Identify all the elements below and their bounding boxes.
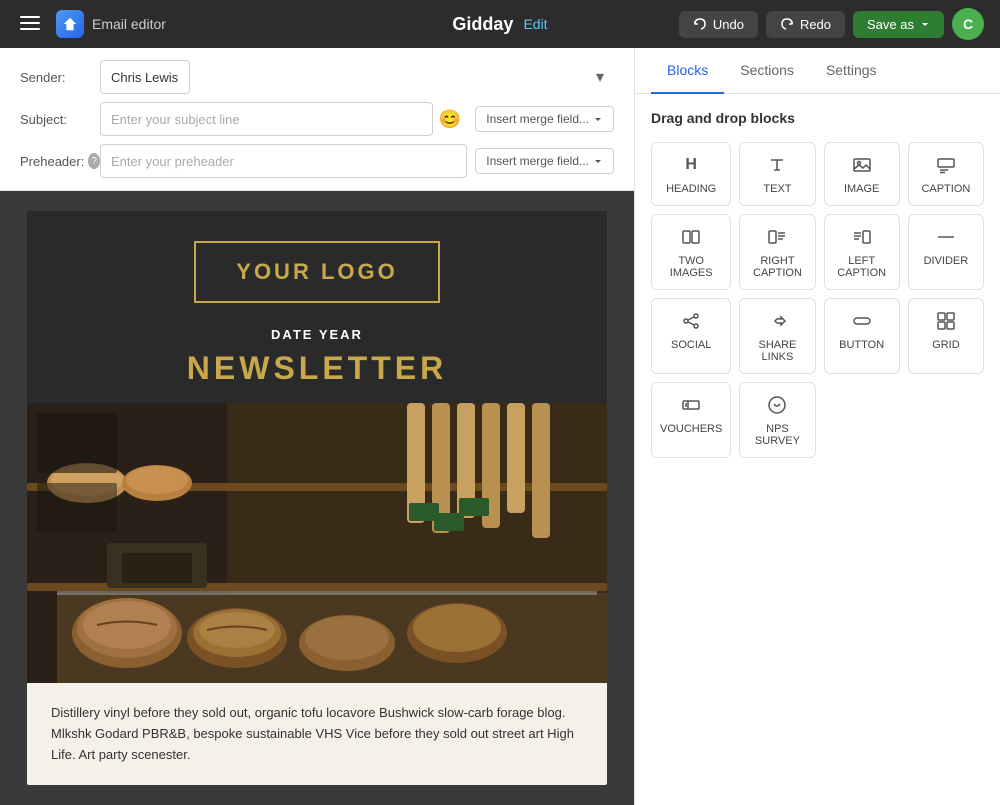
- two-images-icon: [679, 225, 703, 249]
- blocks-section: Drag and drop blocks H HEADING TEXT: [635, 94, 1000, 805]
- main-layout: Sender: Chris Lewis Subject: 😊 Insert me…: [0, 48, 1000, 805]
- image-icon: [850, 153, 874, 177]
- sender-label: Sender:: [20, 70, 100, 85]
- block-grid-label: GRID: [932, 339, 960, 351]
- block-social-label: SOCIAL: [671, 339, 711, 351]
- save-label: Save as: [867, 17, 914, 32]
- block-text-label: TEXT: [763, 183, 791, 195]
- blocks-grid: H HEADING TEXT IMAGE: [651, 142, 984, 458]
- block-left-caption-label: LEFT CAPTION: [833, 255, 891, 279]
- caption-icon: [934, 153, 958, 177]
- share-links-icon: [765, 309, 789, 333]
- preheader-row: Preheader: ? Insert merge field...: [20, 144, 614, 178]
- block-divider[interactable]: DIVIDER: [908, 214, 984, 290]
- edit-link[interactable]: Edit: [523, 16, 547, 32]
- nps-survey-icon: [765, 393, 789, 417]
- topbar-actions: Undo Redo Save as C: [679, 8, 984, 40]
- block-grid[interactable]: GRID: [908, 298, 984, 374]
- text-icon: [765, 153, 789, 177]
- block-vouchers[interactable]: VOUCHERS: [651, 382, 731, 458]
- preheader-input[interactable]: [100, 144, 467, 178]
- date-section: DATE YEAR: [27, 323, 607, 346]
- description-section: Distillery vinyl before they sold out, o…: [27, 683, 607, 785]
- vouchers-icon: [679, 393, 703, 417]
- social-icon: [679, 309, 703, 333]
- preheader-label: Preheader: ?: [20, 153, 100, 169]
- tab-settings[interactable]: Settings: [810, 48, 893, 94]
- tab-sections[interactable]: Sections: [724, 48, 810, 94]
- logo-section: YOUR LOGO: [27, 211, 607, 323]
- blocks-title: Drag and drop blocks: [651, 110, 984, 126]
- block-nps-survey-label: NPS SURVEY: [748, 423, 806, 447]
- button-icon: [850, 309, 874, 333]
- block-text[interactable]: TEXT: [739, 142, 815, 206]
- undo-button[interactable]: Undo: [679, 11, 758, 38]
- redo-label: Redo: [800, 17, 831, 32]
- food-image: [27, 403, 607, 683]
- subject-label: Subject:: [20, 112, 100, 127]
- save-button[interactable]: Save as: [853, 11, 944, 38]
- app-logo: Email editor: [56, 10, 166, 38]
- divider-icon: [934, 225, 958, 249]
- subject-merge-label: Insert merge field...: [486, 112, 589, 126]
- block-caption-label: CAPTION: [921, 183, 970, 195]
- form-section: Sender: Chris Lewis Subject: 😊 Insert me…: [0, 48, 634, 191]
- tabs: Blocks Sections Settings: [635, 48, 1000, 94]
- left-panel: Sender: Chris Lewis Subject: 😊 Insert me…: [0, 48, 635, 805]
- logo-box: YOUR LOGO: [194, 241, 439, 303]
- left-caption-icon: [850, 225, 874, 249]
- right-panel: Blocks Sections Settings Drag and drop b…: [635, 48, 1000, 805]
- email-inner: YOUR LOGO DATE YEAR NEWSLETTER: [27, 211, 607, 785]
- hamburger-button[interactable]: [16, 9, 44, 40]
- user-avatar[interactable]: C: [952, 8, 984, 40]
- document-title: Gidday: [452, 14, 513, 35]
- redo-button[interactable]: Redo: [766, 11, 845, 38]
- block-heading-label: HEADING: [666, 183, 716, 195]
- block-button[interactable]: BUTTON: [824, 298, 900, 374]
- topbar-center: Gidday Edit: [452, 14, 547, 35]
- undo-label: Undo: [713, 17, 744, 32]
- block-divider-label: DIVIDER: [924, 255, 969, 267]
- app-name: Email editor: [92, 16, 166, 32]
- block-right-caption[interactable]: RIGHT CAPTION: [739, 214, 815, 290]
- emoji-button[interactable]: 😊: [439, 109, 461, 130]
- newsletter-text: NEWSLETTER: [27, 346, 607, 403]
- preheader-merge-button[interactable]: Insert merge field...: [475, 148, 614, 174]
- subject-merge-button[interactable]: Insert merge field...: [475, 106, 614, 132]
- sender-select-wrapper: Chris Lewis: [100, 60, 614, 94]
- block-image[interactable]: IMAGE: [824, 142, 900, 206]
- block-heading[interactable]: H HEADING: [651, 142, 731, 206]
- logo-icon: [56, 10, 84, 38]
- email-container: YOUR LOGO DATE YEAR NEWSLETTER: [27, 211, 607, 785]
- preheader-help-icon[interactable]: ?: [88, 153, 100, 169]
- grid-icon: [934, 309, 958, 333]
- block-nps-survey[interactable]: NPS SURVEY: [739, 382, 815, 458]
- topbar: Email editor Gidday Edit Undo Redo Save …: [0, 0, 1000, 48]
- logo-text: YOUR LOGO: [236, 259, 397, 284]
- sender-select[interactable]: Chris Lewis: [100, 60, 190, 94]
- preheader-merge-label: Insert merge field...: [486, 154, 589, 168]
- description-text: Distillery vinyl before they sold out, o…: [51, 703, 583, 765]
- subject-row: Subject: 😊 Insert merge field...: [20, 102, 614, 136]
- subject-input[interactable]: [100, 102, 433, 136]
- block-two-images-label: TWO IMAGES: [660, 255, 722, 279]
- block-left-caption[interactable]: LEFT CAPTION: [824, 214, 900, 290]
- block-right-caption-label: RIGHT CAPTION: [748, 255, 806, 279]
- block-button-label: BUTTON: [839, 339, 884, 351]
- tab-blocks[interactable]: Blocks: [651, 48, 724, 94]
- block-caption[interactable]: CAPTION: [908, 142, 984, 206]
- sender-row: Sender: Chris Lewis: [20, 60, 614, 94]
- date-text: DATE YEAR: [27, 327, 607, 342]
- block-image-label: IMAGE: [844, 183, 879, 195]
- block-share-links-label: SHARE LINKS: [748, 339, 806, 363]
- block-share-links[interactable]: SHARE LINKS: [739, 298, 815, 374]
- block-social[interactable]: SOCIAL: [651, 298, 731, 374]
- email-preview: YOUR LOGO DATE YEAR NEWSLETTER: [0, 191, 634, 805]
- block-two-images[interactable]: TWO IMAGES: [651, 214, 731, 290]
- heading-icon: H: [679, 153, 703, 177]
- right-caption-icon: [765, 225, 789, 249]
- block-vouchers-label: VOUCHERS: [660, 423, 722, 435]
